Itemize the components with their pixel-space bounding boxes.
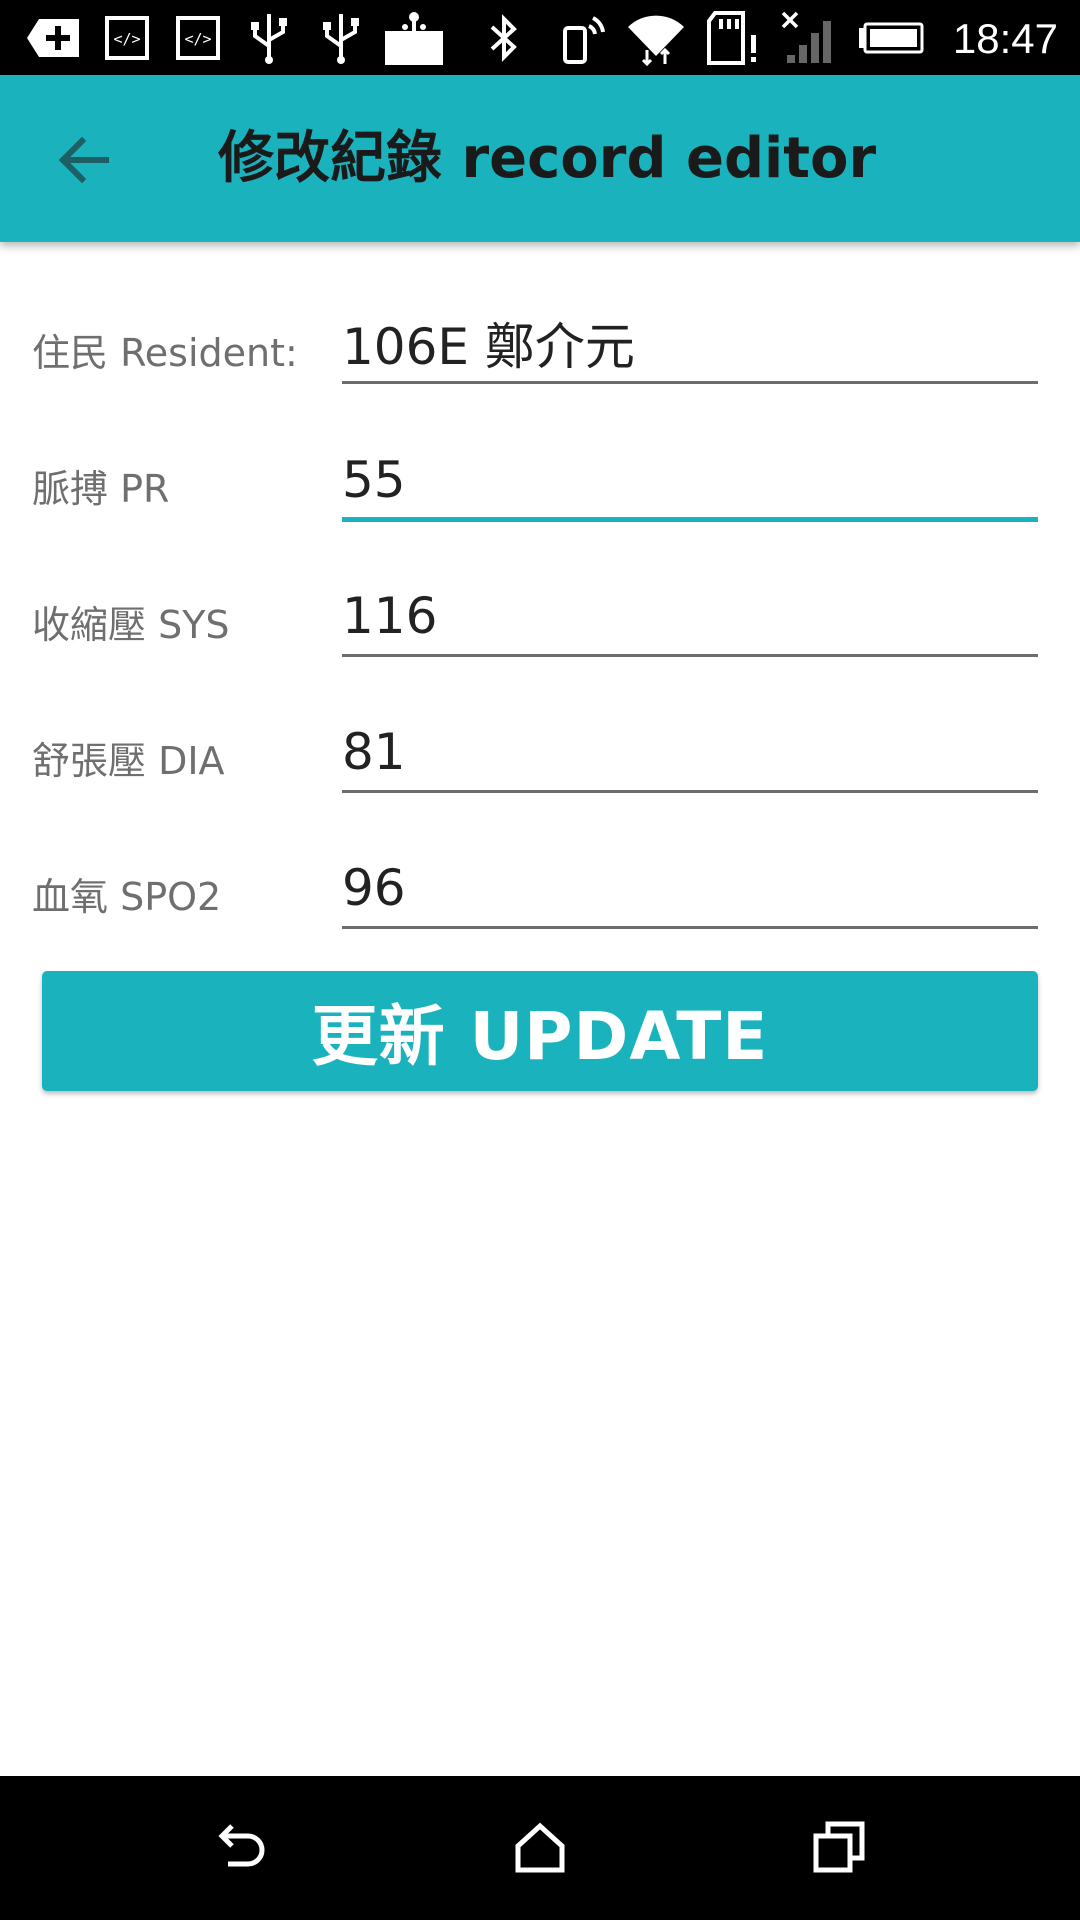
spo2-field[interactable] [342,849,1038,929]
update-button[interactable]: 更新 UPDATE [42,971,1038,1091]
bluetooth-icon [484,8,524,68]
svg-text:</>: </> [184,30,211,48]
usb-icon [245,8,293,68]
battery-icon [856,8,926,68]
spo2-row: 血氧 SPO2 [0,826,1080,962]
page-title: 修改紀錄 record editor [218,126,877,191]
wifi-icon [624,8,688,68]
navigation-bar [0,1776,1080,1920]
pulse-label: 脈搏 PR [32,467,170,511]
nav-back-icon[interactable] [210,1818,270,1878]
phone-signal-icon [558,8,608,68]
systolic-label: 收縮壓 SYS [32,603,230,647]
diastolic-label: 舒張壓 DIA [32,739,225,783]
back-arrow-icon[interactable] [56,133,110,187]
diastolic-row: 舒張壓 DIA [0,690,1080,826]
pulse-field[interactable] [342,442,1038,522]
sd-card-alert-icon [706,8,760,68]
resident-row: 住民 Resident: [0,282,1080,418]
resident-label: 住民 Resident: [32,331,298,375]
nav-home-icon[interactable] [510,1818,570,1878]
basket-icon [382,8,446,68]
status-time: 18:47 [952,15,1058,62]
spo2-label: 血氧 SPO2 [32,875,222,919]
code-icon: </> [102,8,152,68]
systolic-row: 收縮壓 SYS [0,554,1080,690]
systolic-field[interactable] [342,577,1038,657]
app-bar: 修改紀錄 record editor [0,75,1080,242]
pulse-row: 脈搏 PR [0,418,1080,554]
no-signal-icon [780,8,838,68]
add-box-icon [22,8,84,68]
svg-text:</>: </> [113,30,140,48]
diastolic-field[interactable] [342,713,1038,793]
code-icon: </> [173,8,223,68]
usb-icon [317,8,365,68]
resident-field[interactable] [342,304,1038,384]
status-bar: </> </> 18:47 [0,0,1080,75]
nav-recents-icon[interactable] [810,1818,870,1878]
